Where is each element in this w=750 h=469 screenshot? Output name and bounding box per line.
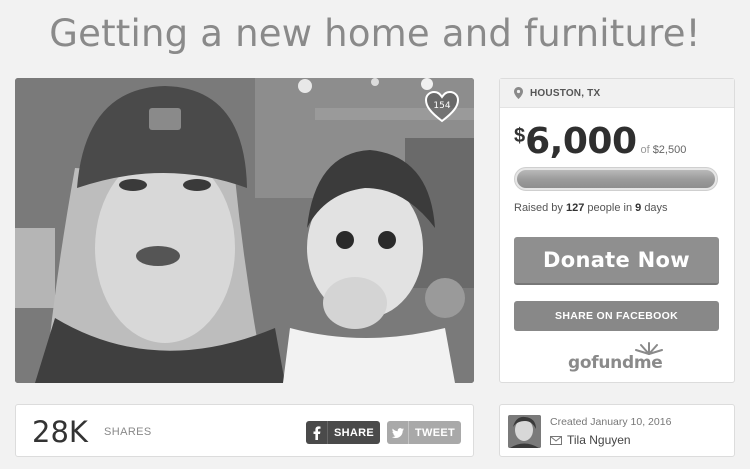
donate-now-button[interactable]: Donate Now <box>514 237 719 285</box>
facebook-share-label: SHARE <box>333 426 374 439</box>
likes-count: 154 <box>433 101 451 111</box>
raised-by-text: Raised by 127 people in 9 days <box>514 202 668 214</box>
share-on-facebook-button[interactable]: SHARE ON FACEBOOK <box>514 301 719 331</box>
raised-amount-row: $ 6,000 of $2,500 <box>514 121 686 162</box>
people-mid: people in <box>587 202 633 214</box>
raised-by-prefix: Raised by <box>514 202 563 214</box>
progress-fill <box>517 170 715 188</box>
organizer-name: Tila Nguyen <box>567 433 631 447</box>
shares-count: 28K <box>32 415 88 449</box>
campaign-title: Getting a new home and furniture! <box>49 12 701 55</box>
of-label: of <box>640 144 650 156</box>
location-pin-icon <box>514 87 523 99</box>
progress-bar <box>514 167 718 191</box>
currency-symbol: $ <box>514 125 526 147</box>
shares-label: SHARES <box>104 426 152 438</box>
avatar[interactable] <box>508 415 541 448</box>
brand-name: gofundme <box>568 353 663 373</box>
created-date: Created January 10, 2016 <box>550 416 672 428</box>
gofundme-logo[interactable]: gofundme <box>568 341 668 375</box>
days-count: 9 <box>635 202 642 214</box>
organizer-link[interactable]: Tila Nguyen <box>550 433 631 447</box>
location-label: HOUSTON, TX <box>530 87 601 99</box>
organizer-card: Created January 10, 2016 Tila Nguyen <box>499 404 735 457</box>
twitter-icon <box>387 421 409 444</box>
share-bar: 28K SHARES SHARE TWEET <box>15 404 474 457</box>
tweet-label: TWEET <box>415 426 455 439</box>
goal-amount: $2,500 <box>652 144 687 156</box>
mail-icon <box>550 435 562 445</box>
facebook-icon <box>306 421 328 444</box>
tweet-button[interactable]: TWEET <box>387 421 461 444</box>
facebook-share-button[interactable]: SHARE <box>306 421 380 444</box>
people-count: 127 <box>565 202 585 214</box>
location-bar: HOUSTON, TX <box>500 79 734 108</box>
raised-amount: 6,000 <box>525 121 637 162</box>
days-suffix: days <box>644 202 668 214</box>
donation-card: HOUSTON, TX $ 6,000 of $2,500 Raised by … <box>499 78 735 383</box>
campaign-photo <box>15 78 474 383</box>
